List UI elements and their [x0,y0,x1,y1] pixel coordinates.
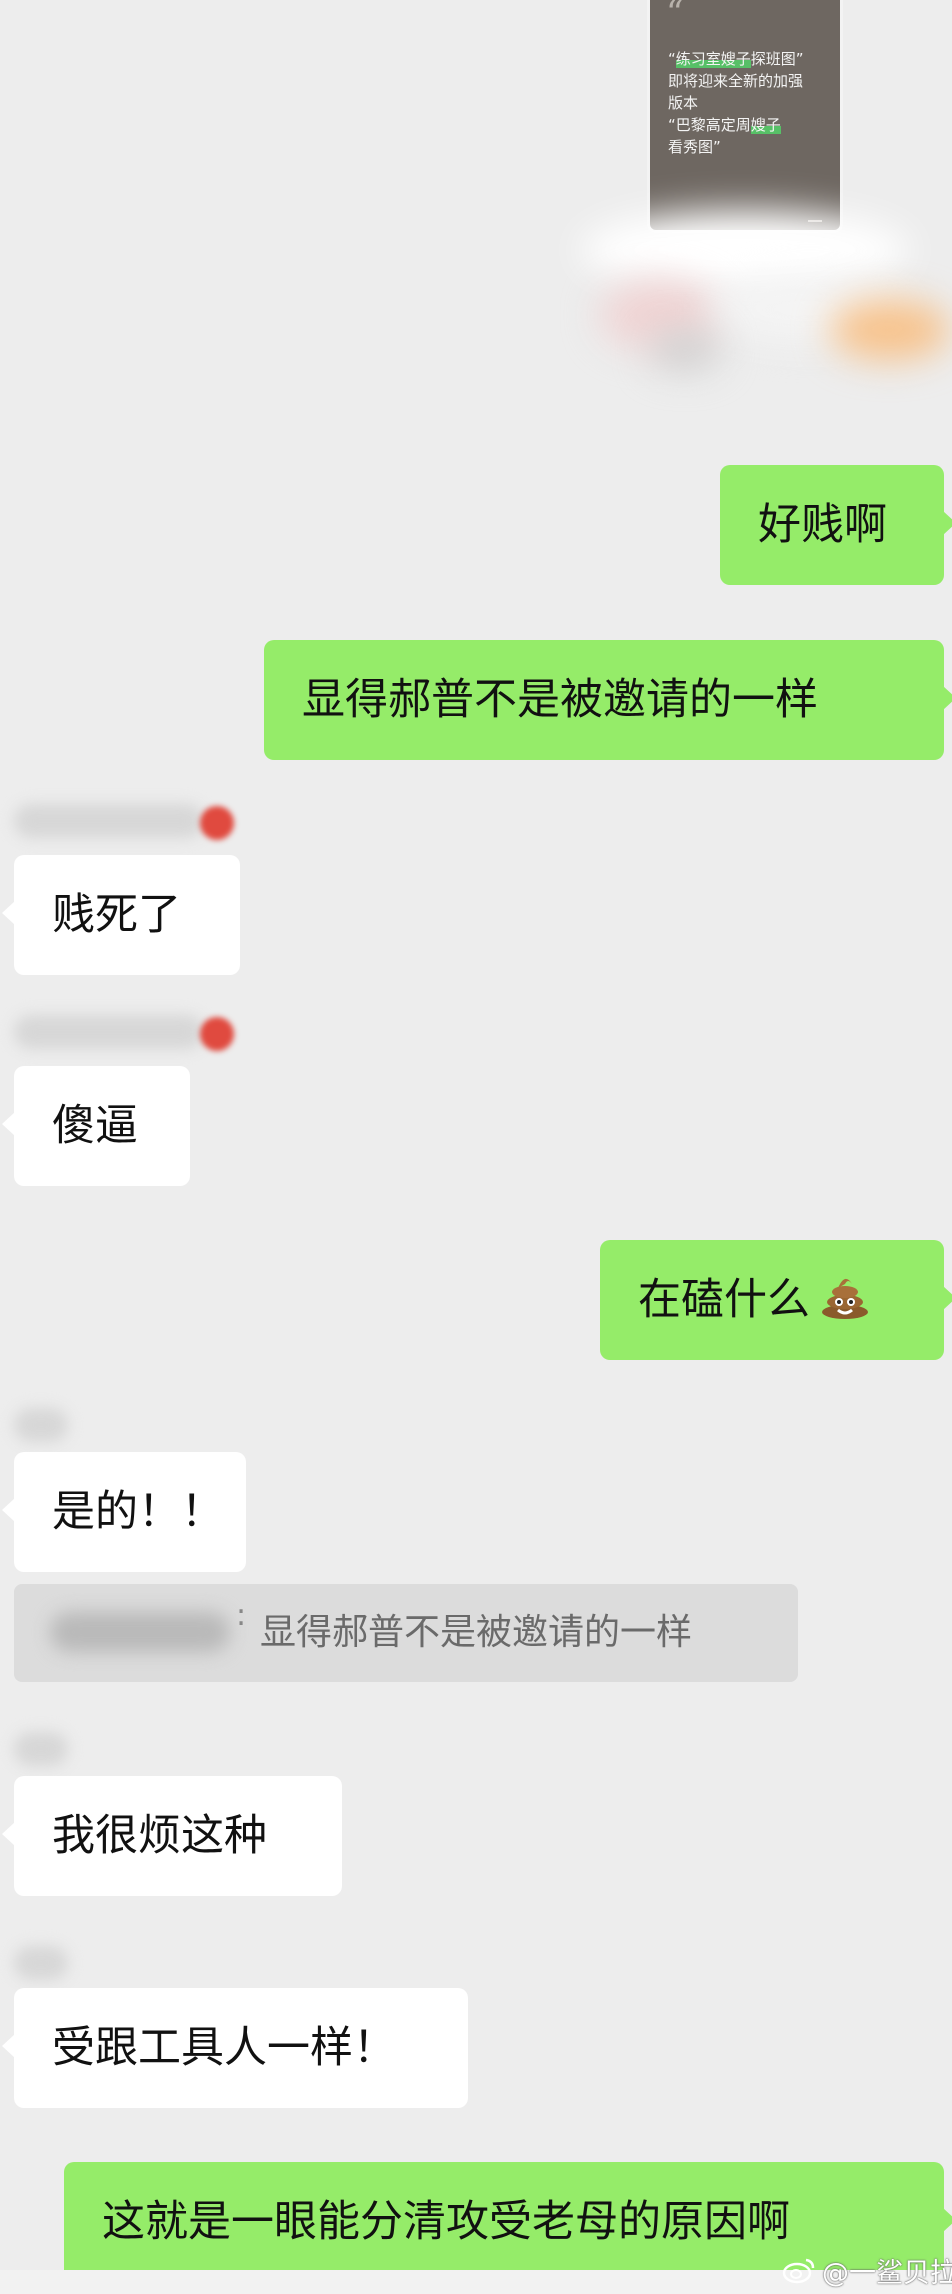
card-line-1: “练习室嫂子探班图” [668,50,804,68]
card-highlight: 练习室嫂子 [675,50,751,68]
quote-sender-blurred [50,1612,230,1652]
card-line-2: 即将迎来全新的加强 [668,72,804,90]
watermark-text: @一鲨贝拉 [822,2257,952,2289]
sender-name-blurred [14,1408,68,1442]
message-bubble-sent[interactable]: 显得郝普不是被邀请的一样 [264,640,952,760]
card-highlight: 嫂子 [750,116,781,134]
message-bubble-sent[interactable]: 在磕什么 [600,1240,952,1360]
message-bubble-received[interactable]: 贱死了 [2,855,240,975]
sender-name-blurred [14,804,204,838]
message-bubble-received[interactable]: 受跟工具人一样！ [2,1988,468,2108]
quoted-message[interactable]: : 显得郝普不是被邀请的一样 [14,1584,798,1682]
sender-badge [200,1017,234,1051]
quote-mark-icon: “ [666,0,684,33]
card-line-4: “巴黎高定周嫂子 [668,116,781,134]
quote-separator: : [236,1598,247,1633]
sender-badge [200,806,234,840]
message-text: 在磕什么 [638,1275,810,1325]
message-bubble-received[interactable]: 傻逼 [2,1066,190,1186]
shared-article-card[interactable]: “ “练习室嫂子探班图” 即将迎来全新的加强 版本 “巴黎高定周嫂子 看秀图” [650,0,840,230]
quote-text: 显得郝普不是被邀请的一样 [260,1612,693,1653]
sender-name-blurred [14,1732,68,1766]
card-line-3: 版本 [668,94,699,112]
sender-name-blurred [14,1946,68,1980]
message-bubble-received[interactable]: 是的！！ [2,1452,246,1572]
message-bubble-received[interactable]: 我很烦这种 [2,1776,342,1896]
card-line-5: 看秀图” [668,138,721,156]
sender-name-blurred [14,1015,204,1049]
watermark: @一鲨贝拉 [782,2251,952,2289]
weibo-icon [782,2258,815,2284]
poop-emoji-icon [820,1246,870,1319]
message-bubble-sent[interactable]: 好贱啊 [720,465,952,585]
blurred-image-area [560,210,952,410]
